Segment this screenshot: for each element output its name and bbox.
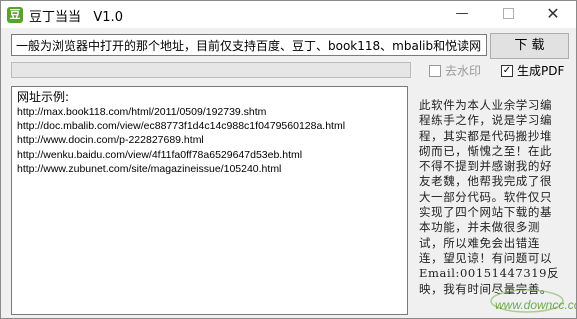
url-examples-textbox[interactable]: 网址示例: http://max.book118.com/html/2011/0… <box>11 86 408 315</box>
app-icon: 豆 <box>7 7 23 23</box>
close-button[interactable]: ✕ <box>530 1 576 28</box>
window-title: 豆丁当当 V1.0 <box>29 10 123 25</box>
remove-watermark-checkbox[interactable]: 去水印 <box>429 64 481 78</box>
example-url-5: http://www.zubunet.com/site/magazineissu… <box>17 162 282 175</box>
generate-pdf-checkbox-box[interactable]: ✓ <box>501 64 513 77</box>
example-url-4: http://wenku.baidu.com/view/4f11fa0ff78a… <box>17 148 303 161</box>
maximize-icon <box>502 8 514 19</box>
generate-pdf-checkbox[interactable]: ✓ 生成PDF <box>501 64 564 78</box>
watermark-text: www.downcc.com <box>495 298 576 312</box>
example-url-3: http://www.docin.com/p-222827689.html <box>17 134 204 147</box>
example-url-2: http://doc.mbalib.com/view/ec88773f1d4c1… <box>17 120 346 133</box>
examples-heading: 网址示例: <box>17 90 70 104</box>
minimize-button[interactable]: — <box>439 1 485 28</box>
download-progress-bar <box>11 62 411 78</box>
download-button[interactable]: 下 载 <box>490 33 569 59</box>
maximize-button[interactable] <box>485 1 531 28</box>
url-input[interactable]: 一般为浏览器中打开的那个地址，目前仅支持百度、豆丁、book118、mbalib… <box>11 34 487 56</box>
app-window: 豆 豆丁当当 V1.0 — ✕ 一般为浏览器中打开的那个地址，目前仅支持百度、豆… <box>0 0 577 319</box>
title-bar[interactable]: 豆 豆丁当当 V1.0 — ✕ <box>1 1 576 28</box>
generate-pdf-label: 生成PDF <box>517 64 565 78</box>
example-url-1: http://max.book118.com/html/2011/0509/19… <box>17 106 267 118</box>
about-text: 此软件为本人业余学习编程练手之作，说是学习编程，其实都是代码搬抄堆砌而已，惭愧之… <box>419 98 560 296</box>
remove-watermark-checkbox-box[interactable] <box>429 64 441 77</box>
remove-watermark-label: 去水印 <box>445 64 482 78</box>
